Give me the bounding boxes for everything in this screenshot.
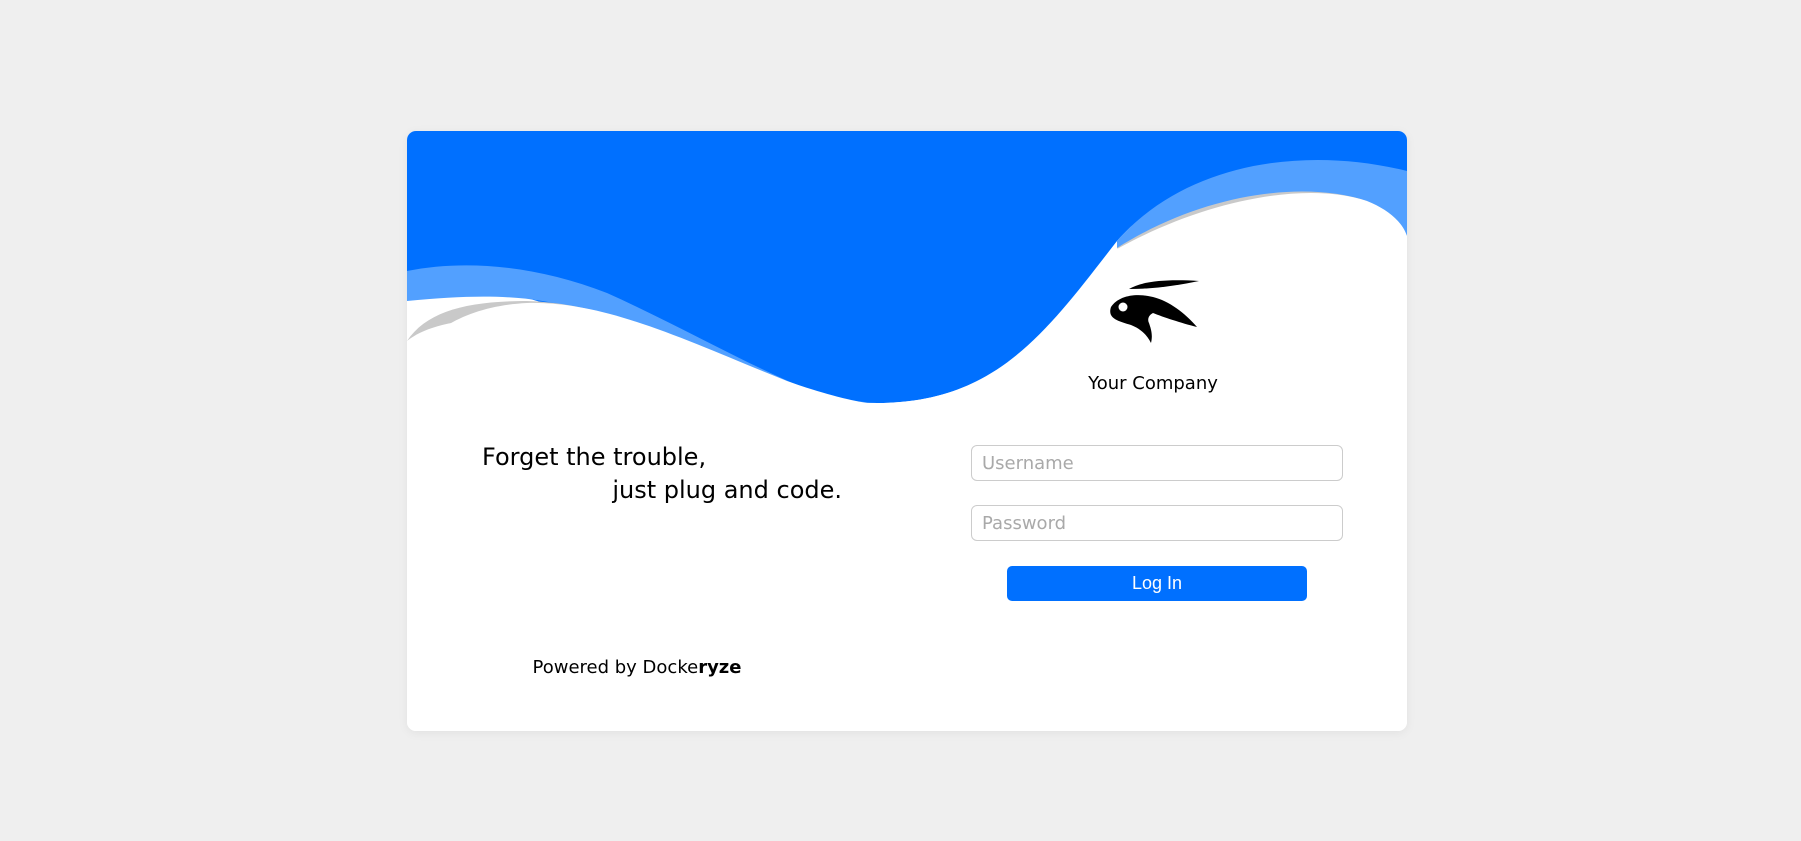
tagline: Forget the trouble, just plug and code. bbox=[482, 441, 842, 507]
tagline-line-1: Forget the trouble, bbox=[482, 443, 707, 471]
username-input[interactable] bbox=[971, 445, 1343, 481]
password-input[interactable] bbox=[971, 505, 1343, 541]
tagline-line-2: just plug and code. bbox=[612, 476, 842, 504]
company-name: Your Company bbox=[1088, 373, 1218, 394]
powered-by-prefix: Powered by Docke bbox=[532, 657, 699, 678]
rabbit-logo-icon bbox=[1110, 280, 1199, 343]
login-button[interactable]: Log In bbox=[1007, 566, 1307, 601]
powered-by-footer: Powered by Dockeryze bbox=[507, 657, 767, 678]
powered-by-brand: ryze bbox=[698, 657, 742, 678]
header-wave bbox=[407, 131, 1407, 731]
login-card: Your Company Forget the trouble, just pl… bbox=[407, 131, 1407, 731]
